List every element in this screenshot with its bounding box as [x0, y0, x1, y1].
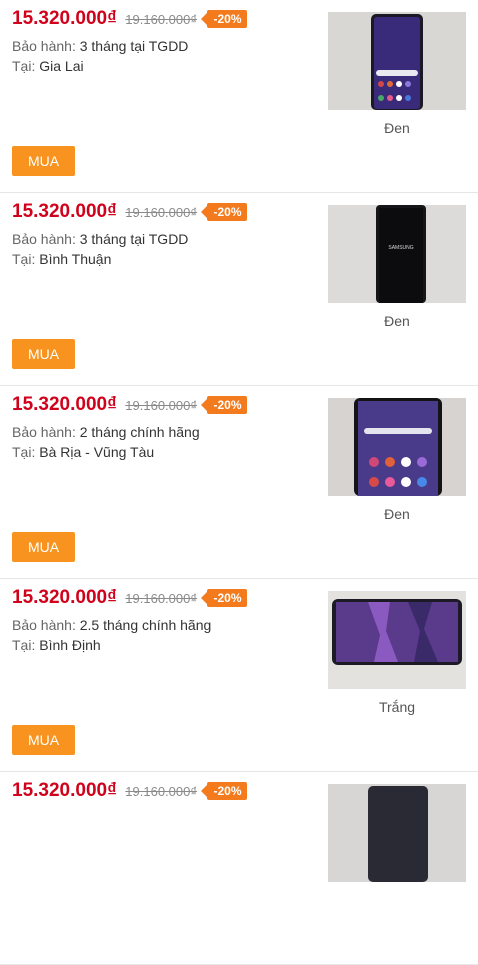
color-label: Đen — [384, 313, 410, 329]
original-price: 19.160.000₫ — [125, 204, 198, 220]
original-price: 19.160.000₫ — [125, 590, 198, 606]
warranty-label: Bảo hành: — [12, 424, 76, 440]
location-value: Bình Thuận — [39, 251, 112, 267]
sale-price: 15.320.000₫ — [12, 587, 117, 608]
warranty-info: Bảo hành: 3 tháng tại TGDD — [12, 231, 188, 247]
warranty-value: 3 tháng tại TGDD — [79, 38, 189, 54]
product-image[interactable] — [328, 591, 466, 689]
location-label: Tại: — [12, 58, 36, 74]
sale-price: 15.320.000₫ — [12, 394, 117, 415]
warranty-info: Bảo hành: 2 tháng chính hãng — [12, 424, 200, 440]
price-row: 15.320.000₫ 19.160.000₫ -20% — [12, 201, 247, 225]
product-image[interactable] — [328, 398, 466, 496]
warranty-label: Bảo hành: — [12, 231, 76, 247]
discount-badge: -20% — [200, 203, 247, 221]
sale-price: 15.320.000₫ — [12, 780, 117, 801]
warranty-info: Bảo hành: 3 tháng tại TGDD — [12, 38, 188, 54]
color-label: Đen — [384, 120, 410, 136]
location-info: Tại: Bình Định — [12, 637, 101, 653]
product-list: 15.320.000₫ 19.160.000₫ -20% Bảo hành: 3… — [0, 0, 478, 965]
location-label: Tại: — [12, 637, 36, 653]
product-card[interactable]: 15.320.000₫ 19.160.000₫ -20% — [0, 772, 478, 965]
buy-button[interactable]: MUA — [12, 532, 75, 562]
product-card[interactable]: 15.320.000₫ 19.160.000₫ -20% Bảo hành: 3… — [0, 0, 478, 193]
price-row: 15.320.000₫ 19.160.000₫ -20% — [12, 780, 247, 804]
location-value: Gia Lai — [39, 58, 84, 74]
warranty-value: 3 tháng tại TGDD — [79, 231, 189, 247]
product-card[interactable]: 15.320.000₫ 19.160.000₫ -20% Bảo hành: 3… — [0, 193, 478, 386]
buy-button[interactable]: MUA — [12, 146, 75, 176]
price-row: 15.320.000₫ 19.160.000₫ -20% — [12, 394, 247, 418]
discount-badge: -20% — [200, 10, 247, 28]
product-image[interactable]: SAMSUNG — [328, 205, 466, 303]
warranty-value: 2 tháng chính hãng — [79, 424, 200, 440]
sale-price: 15.320.000₫ — [12, 201, 117, 222]
product-card[interactable]: 15.320.000₫ 19.160.000₫ -20% Bảo hành: 2… — [0, 386, 478, 579]
price-row: 15.320.000₫ 19.160.000₫ -20% — [12, 587, 247, 611]
price-row: 15.320.000₫ 19.160.000₫ -20% — [12, 8, 247, 32]
location-value: Bình Định — [39, 637, 101, 653]
discount-badge: -20% — [200, 589, 247, 607]
buy-button[interactable]: MUA — [12, 725, 75, 755]
sale-price: 15.320.000₫ — [12, 8, 117, 29]
warranty-value: 2.5 tháng chính hãng — [79, 617, 212, 633]
location-info: Tại: Bà Rịa - Vũng Tàu — [12, 444, 154, 460]
original-price: 19.160.000₫ — [125, 397, 198, 413]
location-info: Tại: Bình Thuận — [12, 251, 111, 267]
color-label: Đen — [384, 506, 410, 522]
discount-badge: -20% — [200, 782, 247, 800]
product-card[interactable]: 15.320.000₫ 19.160.000₫ -20% Bảo hành: 2… — [0, 579, 478, 772]
location-label: Tại: — [12, 444, 36, 460]
warranty-label: Bảo hành: — [12, 617, 76, 633]
discount-badge: -20% — [200, 396, 247, 414]
location-info: Tại: Gia Lai — [12, 58, 84, 74]
boot-logo: SAMSUNG — [388, 245, 413, 251]
warranty-label: Bảo hành: — [12, 38, 76, 54]
location-label: Tại: — [12, 251, 36, 267]
location-value: Bà Rịa - Vũng Tàu — [39, 444, 155, 460]
color-label: Trắng — [378, 699, 416, 715]
product-image[interactable] — [328, 12, 466, 110]
warranty-info: Bảo hành: 2.5 tháng chính hãng — [12, 617, 211, 633]
product-image[interactable] — [328, 784, 466, 882]
original-price: 19.160.000₫ — [125, 11, 198, 27]
original-price: 19.160.000₫ — [125, 783, 198, 799]
buy-button[interactable]: MUA — [12, 339, 75, 369]
